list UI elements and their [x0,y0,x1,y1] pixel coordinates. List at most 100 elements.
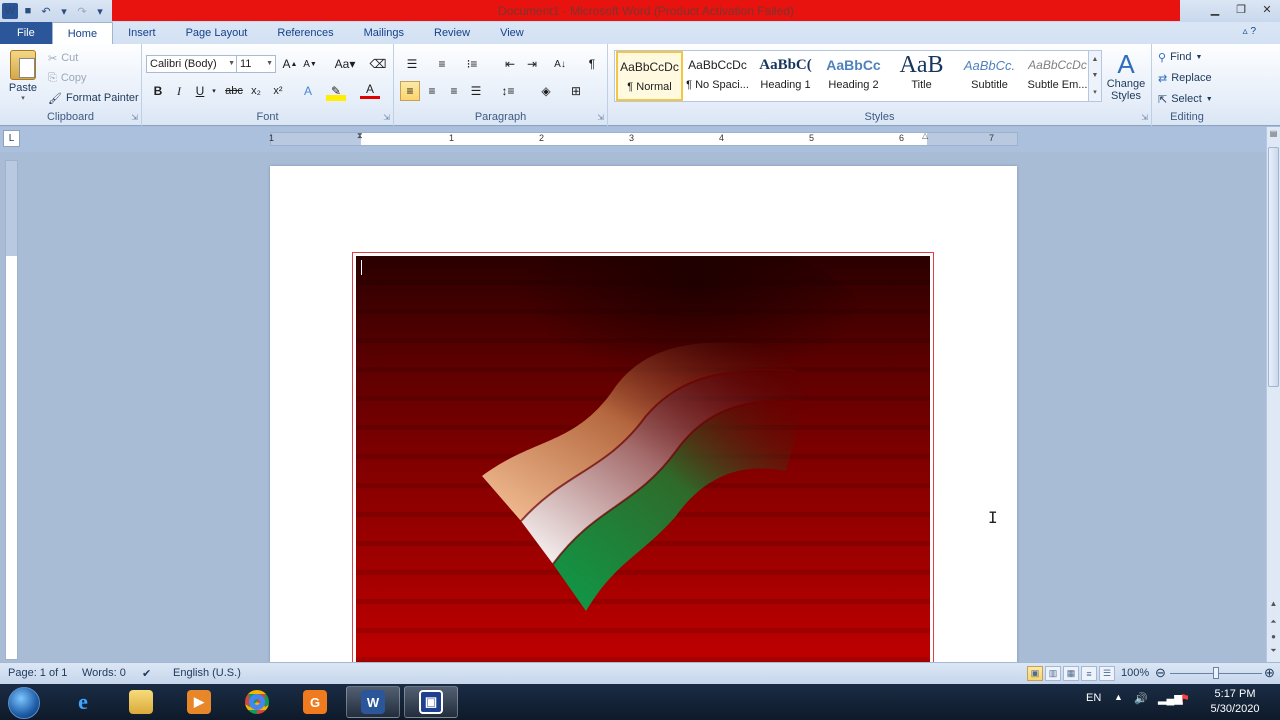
multilevel-list-icon[interactable]: ⁝≡ [462,54,482,74]
minimize-icon[interactable]: ▁ [1202,0,1228,18]
taskbar-file-explorer[interactable] [114,686,168,718]
tab-insert[interactable]: Insert [113,22,171,44]
highlight-icon[interactable]: ✎ [326,81,346,101]
bullets-icon[interactable]: ☰ [402,54,422,74]
shading-icon[interactable]: ◈ [536,81,556,101]
tab-mailings[interactable]: Mailings [349,22,419,44]
change-styles-button[interactable]: A Change Styles [1104,50,1148,102]
borders-icon[interactable]: ⊞ [566,81,586,101]
tab-view[interactable]: View [485,22,539,44]
select-button[interactable]: ⇱ Select ▼ [1158,90,1213,108]
change-case-icon[interactable]: Aa▾ [332,54,358,74]
paragraph-launcher-icon[interactable]: ⇲ [597,113,604,122]
style-no-spacing[interactable]: AaBbCcDc ¶ No Spaci... [684,51,751,101]
zoom-in-icon[interactable]: ⊕ [1264,665,1275,681]
network-icon[interactable]: ▂▄▆ [1158,692,1183,705]
tab-file[interactable]: File [0,22,52,44]
show-formatting-icon[interactable]: ¶ [582,54,602,74]
right-indent-marker-icon[interactable]: △ [922,131,928,140]
scrollbar-thumb[interactable] [1268,147,1279,387]
shrink-font-icon[interactable]: A ▼ [300,54,320,74]
format-painter-button[interactable]: 🖌 Format Painter [48,89,139,107]
chevron-up-icon[interactable]: ▲ [1092,56,1099,63]
undo-icon[interactable]: ↶ [38,3,54,19]
full-screen-reading-view-icon[interactable]: ▥ [1045,666,1061,681]
italic-icon[interactable]: I [169,81,189,101]
customize-qat-icon[interactable]: ▾ [92,3,108,19]
input-language[interactable]: EN [1086,692,1101,704]
select-browse-object-icon[interactable]: ● [1267,632,1280,641]
outline-view-icon[interactable]: ≡ [1081,666,1097,681]
style-subtle-emphasis[interactable]: AaBbCcDc Subtle Em... [1024,51,1091,101]
style-subtitle[interactable]: AaBbCc. Subtitle [956,51,1023,101]
help-icon[interactable]: ▵ ? [1243,26,1256,37]
ruler-toggle-icon[interactable]: ▤ [1267,129,1280,138]
strikethrough-icon[interactable]: abc [224,81,244,101]
horizontal-ruler[interactable]: 1 1 2 3 4 5 6 7 ⧗ △ [269,131,1018,146]
flag-picture[interactable] [356,256,930,662]
underline-dropdown-icon[interactable]: ▾ [204,81,224,101]
undo-dropdown-icon[interactable]: ▾ [56,3,72,19]
taskbar-screen-recorder[interactable]: ▣ [404,686,458,718]
previous-page-icon[interactable]: ⏶ [1267,617,1280,627]
more-styles-icon[interactable]: ▾ [1093,88,1097,96]
increase-indent-icon[interactable]: ⇥ [522,54,542,74]
save-icon[interactable]: ■ [20,3,36,19]
style-heading-1[interactable]: AaBbC( Heading 1 [752,51,819,101]
styles-gallery-scroll[interactable]: ▲ ▼ ▾ [1088,50,1102,102]
superscript-icon[interactable]: x² [268,81,288,101]
zoom-slider-knob[interactable] [1213,667,1219,679]
page-count[interactable]: Page: 1 of 1 [8,667,67,679]
print-layout-view-icon[interactable]: ▣ [1027,666,1043,681]
align-left-icon[interactable]: ≡ [400,81,420,101]
volume-icon[interactable]: 🔊 [1134,692,1148,705]
taskbar-pdf-app[interactable]: G [288,686,342,718]
align-right-icon[interactable]: ≡ [444,81,464,101]
paste-dropdown-icon[interactable]: ▾ [6,94,40,102]
font-color-icon[interactable]: A [360,81,380,99]
proofing-icon[interactable]: ✔ [142,667,151,680]
action-center-icon[interactable]: ⚑ [1180,692,1190,705]
copy-button[interactable]: ⎘ Copy [48,69,87,87]
cut-button[interactable]: ✂ Cut [48,49,78,67]
vertical-ruler[interactable] [5,160,18,660]
web-layout-view-icon[interactable]: ▦ [1063,666,1079,681]
style-normal[interactable]: AaBbCcDc ¶ Normal [616,51,683,101]
show-hidden-icons-icon[interactable]: ▲ [1114,692,1123,702]
grow-font-icon[interactable]: A ▲ [280,54,300,74]
bold-icon[interactable]: B [148,81,168,101]
zoom-level[interactable]: 100% [1121,667,1149,679]
line-spacing-icon[interactable]: ↕≡ [498,81,518,101]
draft-view-icon[interactable]: ☰ [1099,666,1115,681]
start-button[interactable] [8,687,40,719]
redo-icon[interactable]: ↷ [74,3,90,19]
document-area[interactable] [22,152,1266,662]
numbering-icon[interactable]: ≡ [432,54,452,74]
text-effects-icon[interactable]: A [298,81,318,101]
taskbar-word[interactable]: W [346,686,400,718]
chevron-down-icon[interactable]: ▼ [1092,72,1099,79]
subscript-icon[interactable]: x₂ [246,81,266,101]
zoom-out-icon[interactable]: ⊖ [1155,665,1166,681]
styles-launcher-icon[interactable]: ⇲ [1141,113,1148,122]
indent-marker-icon[interactable]: ⧗ [357,131,363,141]
sort-icon[interactable]: A↓ [550,54,570,74]
style-title[interactable]: AaB Title [888,51,955,101]
justify-icon[interactable]: ☰ [466,81,486,101]
taskbar-internet-explorer[interactable]: e [56,686,110,718]
find-button[interactable]: ⚲ Find ▼ [1158,48,1202,66]
word-count[interactable]: Words: 0 [82,667,126,679]
font-size-combo[interactable]: 11 ▼ [236,55,276,73]
scroll-up-icon[interactable]: ▲ [1267,599,1280,608]
replace-button[interactable]: ⇄ Replace [1158,69,1212,87]
system-clock[interactable]: 5:17 PM 5/30/2020 [1200,687,1270,717]
style-heading-2[interactable]: AaBbCc Heading 2 [820,51,887,101]
align-center-icon[interactable]: ≡ [422,81,442,101]
clipboard-launcher-icon[interactable]: ⇲ [131,113,138,122]
paste-button[interactable]: Paste ▾ [6,50,40,102]
tab-home[interactable]: Home [51,22,114,44]
tab-page-layout[interactable]: Page Layout [171,22,263,44]
taskbar-media-player[interactable]: ▶ [172,686,226,718]
font-launcher-icon[interactable]: ⇲ [383,113,390,122]
clear-formatting-icon[interactable]: ⌫ [368,54,388,74]
